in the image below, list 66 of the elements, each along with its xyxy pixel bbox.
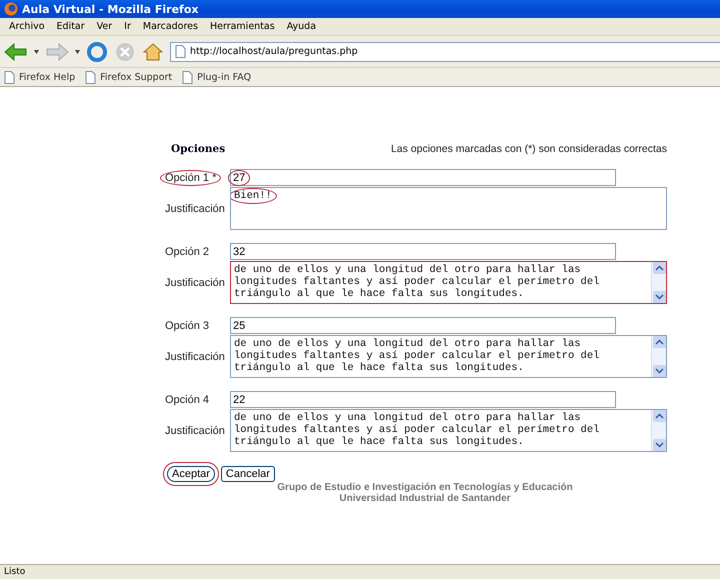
scrollbar[interactable]	[651, 336, 666, 377]
justification-label: Justificación	[165, 350, 226, 362]
justification-field[interactable]: de uno de ellos y una longitud del otro para hallar las longitudes faltantes y así poder calcular el perímetro del triángulo al que le hace falta sus longitudes.	[230, 261, 667, 304]
scroll-up-icon[interactable]	[652, 336, 666, 348]
page-icon	[4, 70, 15, 84]
back-icon[interactable]	[4, 42, 28, 62]
home-icon[interactable]	[142, 40, 164, 62]
justification-text: triángulo al que le hace falta sus longitudes.	[234, 288, 524, 300]
section-heading: Opciones	[171, 143, 226, 155]
form-button[interactable]: Cancelar	[220, 466, 275, 482]
option-input[interactable]: 27	[230, 169, 616, 186]
justification-text: de uno de ellos y una longitud del otro para hallar las	[234, 264, 581, 276]
dropdown-icon[interactable]	[34, 50, 39, 54]
scroll-down-icon[interactable]	[652, 365, 666, 377]
option-input[interactable]: 32	[230, 243, 616, 260]
input-value: 22	[233, 394, 246, 406]
justification-label: Justificación	[165, 276, 226, 288]
note-text: Las opciones marcadas con (*) son consideradas correctas	[390, 143, 667, 155]
option-label: Opción 3	[165, 320, 210, 332]
justification-label: Justificación	[165, 202, 226, 214]
input-value: 32	[233, 246, 246, 258]
justification-text: de uno de ellos y una longitud del otro para hallar las	[234, 412, 581, 424]
justification-field[interactable]: de uno de ellos y una longitud del otro para hallar las longitudes faltantes y así poder calcular el perímetro del triángulo al que le hace falta sus longitudes.	[230, 335, 667, 378]
bookmark-link[interactable]: Firefox Help	[19, 72, 76, 82]
scroll-up-icon[interactable]	[652, 410, 666, 422]
status-text: Listo	[4, 567, 26, 577]
bookmark-link[interactable]: Plug-in FAQ	[197, 72, 252, 82]
bookmark-link[interactable]: Firefox Support	[100, 72, 172, 82]
page-icon	[175, 45, 186, 58]
page-icon	[85, 70, 96, 84]
menu-item[interactable]: Herramientas	[204, 21, 280, 32]
menu-item[interactable]: Archivo	[4, 21, 50, 32]
page-icon	[182, 70, 194, 84]
scroll-up-icon[interactable]	[652, 262, 666, 274]
scroll-down-icon[interactable]	[652, 439, 666, 451]
menu-item[interactable]: Editar	[52, 21, 90, 32]
justification-text: de uno de ellos y una longitud del otro para hallar las	[234, 338, 581, 350]
justification-text: longitudes faltantes y así poder calcular el perímetro del	[234, 350, 600, 362]
justification-field[interactable]: Bien!!	[230, 187, 667, 230]
option-label: Opción 2	[165, 246, 210, 258]
menu-item[interactable]: Ayuda	[282, 21, 322, 32]
scroll-down-icon[interactable]	[652, 291, 666, 303]
justification-text: longitudes faltantes y así poder calcular el perímetro del	[234, 424, 600, 436]
justification-text: triángulo al que le hace falta sus longitudes.	[234, 362, 524, 374]
option-input[interactable]: 22	[230, 391, 616, 408]
menu-item[interactable]: Ir	[119, 21, 136, 32]
justification-label: Justificación	[165, 424, 226, 436]
address-field[interactable]: http://localhost/aula/preguntas.php	[170, 42, 720, 62]
scrollbar[interactable]	[651, 262, 666, 303]
input-value: 25	[233, 320, 246, 332]
window-title: Aula Virtual - Mozilla Firefox	[22, 2, 198, 16]
url-text: http://localhost/aula/preguntas.php	[190, 46, 358, 57]
justification-text: Bien!!	[231, 188, 277, 204]
input-value: 27	[228, 170, 250, 186]
dropdown-icon[interactable]	[75, 50, 80, 54]
justification-field[interactable]: de uno de ellos y una longitud del otro para hallar las longitudes faltantes y así poder calcular el perímetro del triángulo al que le hace falta sus longitudes.	[230, 409, 667, 452]
justification-text: longitudes faltantes y así poder calcular el perímetro del	[234, 276, 600, 288]
scrollbar[interactable]	[651, 410, 666, 451]
option-label: Opción 1 *	[160, 170, 222, 186]
footer-text: Universidad Industrial de Santander	[339, 493, 511, 504]
justification-text: triángulo al que le hace falta sus longitudes.	[234, 436, 524, 448]
menu-item[interactable]: Ver	[92, 21, 118, 32]
option-label: Opción 4	[165, 394, 210, 406]
menu-item[interactable]: Marcadores	[138, 21, 203, 32]
footer-text: Grupo de Estudio e Investigación en Tecnologías y Educación	[277, 482, 573, 493]
option-input[interactable]: 25	[230, 317, 616, 334]
